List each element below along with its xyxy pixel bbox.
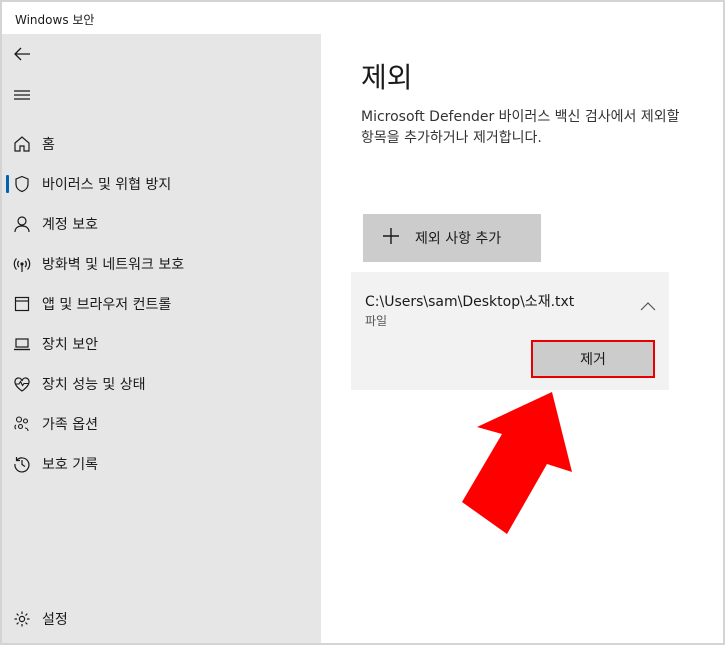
sidebar: 홈 바이러스 및 위협 방지 계정 보호 방화벽 및 네트워크 보호 앱 및 브…	[2, 34, 321, 643]
person-icon	[12, 214, 32, 234]
main-content: 제외 Microsoft Defender 바이러스 백신 검사에서 제외할 항…	[321, 34, 723, 643]
laptop-icon	[12, 334, 32, 354]
sidebar-item-label: 바이러스 및 위협 방지	[42, 177, 172, 193]
sidebar-item-account[interactable]: 계정 보호	[2, 206, 321, 242]
sidebar-item-label: 장치 보안	[42, 337, 98, 353]
menu-button[interactable]	[10, 83, 34, 107]
sidebar-item-label: 방화벽 및 네트워크 보호	[42, 257, 185, 273]
window-title: Windows 보안	[15, 13, 95, 27]
history-icon	[12, 454, 32, 474]
shield-icon	[12, 174, 32, 194]
sidebar-item-family[interactable]: 가족 옵션	[2, 406, 321, 442]
sidebar-item-device-security[interactable]: 장치 보안	[2, 326, 321, 362]
sidebar-item-settings[interactable]: 설정	[2, 601, 321, 637]
page-title: 제외	[361, 61, 413, 94]
sidebar-item-label: 앱 및 브라우저 컨트롤	[42, 297, 172, 313]
settings-label: 설정	[42, 612, 68, 628]
wireless-icon	[12, 254, 32, 274]
exclusion-item[interactable]: C:\Users\sam\Desktop\소재.txt 파일 제거	[351, 272, 669, 390]
chevron-up-icon[interactable]	[639, 300, 657, 312]
add-exclusion-label: 제외 사항 추가	[415, 231, 502, 247]
sidebar-item-device-health[interactable]: 장치 성능 및 상태	[2, 366, 321, 402]
sidebar-item-virus-protection[interactable]: 바이러스 및 위협 방지	[2, 166, 321, 202]
page-description: Microsoft Defender 바이러스 백신 검사에서 제외할 항목을 …	[361, 109, 680, 146]
heart-pulse-icon	[12, 374, 32, 394]
gear-icon	[12, 609, 32, 629]
plus-icon	[383, 228, 399, 244]
home-icon	[12, 134, 32, 154]
back-arrow-icon	[14, 47, 30, 61]
sidebar-item-label: 보호 기록	[42, 457, 98, 473]
remove-button[interactable]: 제거	[531, 340, 655, 378]
sidebar-item-history[interactable]: 보호 기록	[2, 446, 321, 482]
exclusion-path: C:\Users\sam\Desktop\소재.txt	[365, 294, 575, 310]
red-arrow-annotation	[462, 392, 572, 534]
family-icon	[12, 414, 32, 434]
sidebar-item-label: 홈	[42, 137, 55, 153]
add-exclusion-button[interactable]: 제외 사항 추가	[363, 214, 541, 262]
sidebar-item-home[interactable]: 홈	[2, 126, 321, 162]
exclusion-type: 파일	[365, 314, 388, 328]
title-bar: Windows 보안	[2, 2, 723, 34]
app-window-icon	[12, 294, 32, 314]
back-button[interactable]	[10, 42, 34, 66]
sidebar-item-label: 계정 보호	[42, 217, 98, 233]
app-window: Windows 보안 홈 바이러스 및 위협 방지 계정 보호 방화벽 및 네트…	[0, 0, 725, 645]
sidebar-item-app-browser[interactable]: 앱 및 브라우저 컨트롤	[2, 286, 321, 322]
hamburger-icon	[14, 90, 30, 100]
active-indicator	[6, 175, 9, 193]
sidebar-item-label: 장치 성능 및 상태	[42, 377, 146, 393]
remove-label: 제거	[580, 352, 606, 368]
sidebar-item-firewall[interactable]: 방화벽 및 네트워크 보호	[2, 246, 321, 282]
sidebar-item-label: 가족 옵션	[42, 417, 98, 433]
